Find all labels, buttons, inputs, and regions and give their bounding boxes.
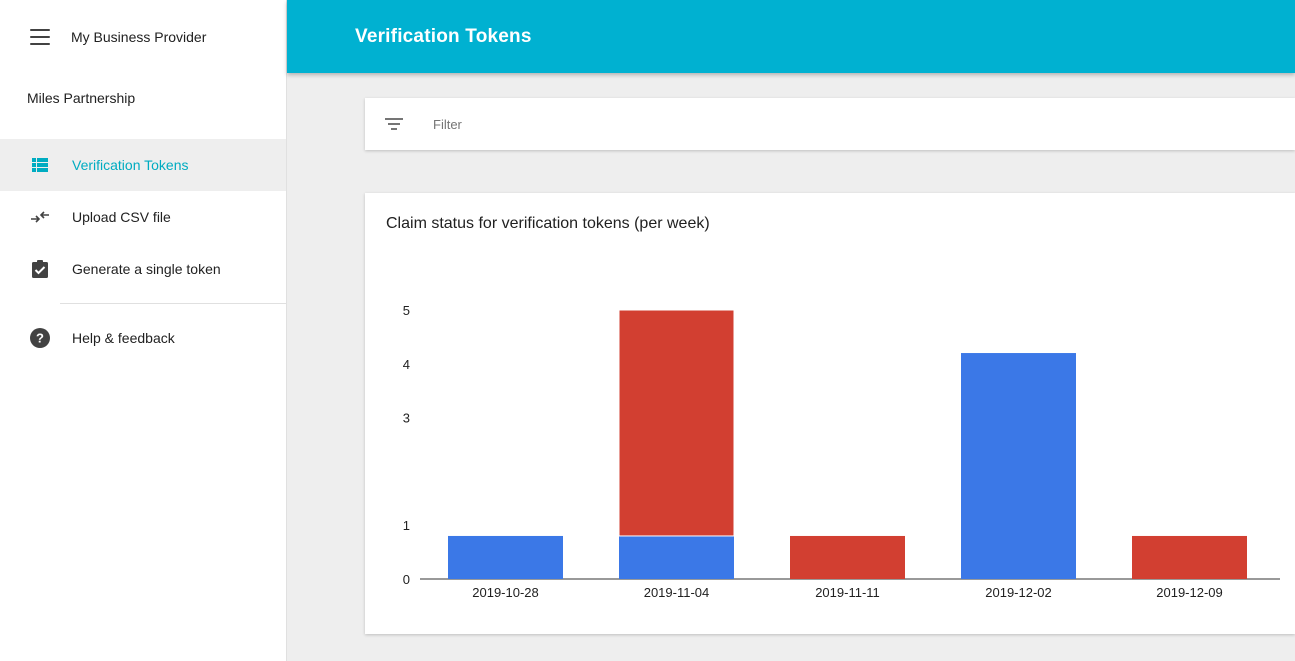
sidebar-item-label: Upload CSV file bbox=[72, 209, 171, 225]
sidebar-divider bbox=[60, 303, 286, 304]
app-header: Verification Tokens bbox=[287, 0, 1295, 73]
y-tick-label: 3 bbox=[403, 411, 410, 426]
bar-chart: 0 1 3 4 5 2019-10-28 2019-11-04 2019-11-11 2019-… bbox=[403, 303, 1280, 600]
sidebar-item-label: Help & feedback bbox=[72, 330, 175, 346]
svg-text:?: ? bbox=[36, 331, 44, 346]
sidebar-item-label: Generate a single token bbox=[72, 261, 221, 277]
x-tick-label: 2019-10-28 bbox=[472, 585, 539, 600]
bar-2019-10-28-series-1[interactable] bbox=[448, 535, 563, 579]
page-title: Verification Tokens bbox=[355, 25, 532, 47]
filter-bar[interactable]: Filter bbox=[365, 98, 1295, 150]
x-tick-label: 2019-11-11 bbox=[815, 585, 880, 600]
bar-2019-12-09-series-2[interactable] bbox=[1132, 535, 1247, 579]
y-tick-label: 0 bbox=[403, 572, 410, 587]
sidebar: My Business Provider Miles Partnership V… bbox=[0, 0, 287, 661]
swap-arrows-icon bbox=[30, 207, 50, 227]
hamburger-menu-icon[interactable] bbox=[30, 29, 50, 45]
sidebar-item-generate-token[interactable]: Generate a single token bbox=[0, 243, 286, 295]
sidebar-item-help[interactable]: ? Help & feedback bbox=[0, 312, 286, 364]
x-tick-label: 2019-12-02 bbox=[985, 585, 1052, 600]
bar-2019-12-02-series-1[interactable] bbox=[961, 353, 1076, 579]
account-name: Miles Partnership bbox=[27, 90, 136, 106]
bar-2019-11-04-series-2[interactable] bbox=[618, 309, 735, 537]
sidebar-top: My Business Provider bbox=[0, 0, 286, 74]
sidebar-item-verification-tokens[interactable]: Verification Tokens bbox=[0, 139, 286, 191]
x-tick-label: 2019-12-09 bbox=[1156, 585, 1223, 600]
list-icon bbox=[30, 155, 50, 175]
x-tick-label: 2019-11-04 bbox=[644, 585, 710, 600]
sidebar-item-upload-csv[interactable]: Upload CSV file bbox=[0, 191, 286, 243]
bar-2019-11-04-series-1[interactable] bbox=[619, 535, 734, 579]
clipboard-check-icon bbox=[30, 259, 50, 279]
y-tick-label: 5 bbox=[403, 303, 410, 318]
y-tick-label: 1 bbox=[403, 518, 410, 533]
filter-icon[interactable] bbox=[385, 118, 403, 130]
chart-card: Claim status for verification tokens (pe… bbox=[365, 193, 1295, 634]
app-title: My Business Provider bbox=[71, 29, 207, 45]
sidebar-item-label: Verification Tokens bbox=[72, 157, 189, 173]
help-icon: ? bbox=[30, 328, 50, 348]
bar-2019-11-11-series-2[interactable] bbox=[790, 535, 905, 579]
filter-input-placeholder[interactable]: Filter bbox=[433, 117, 462, 132]
y-tick-label: 4 bbox=[403, 357, 410, 372]
